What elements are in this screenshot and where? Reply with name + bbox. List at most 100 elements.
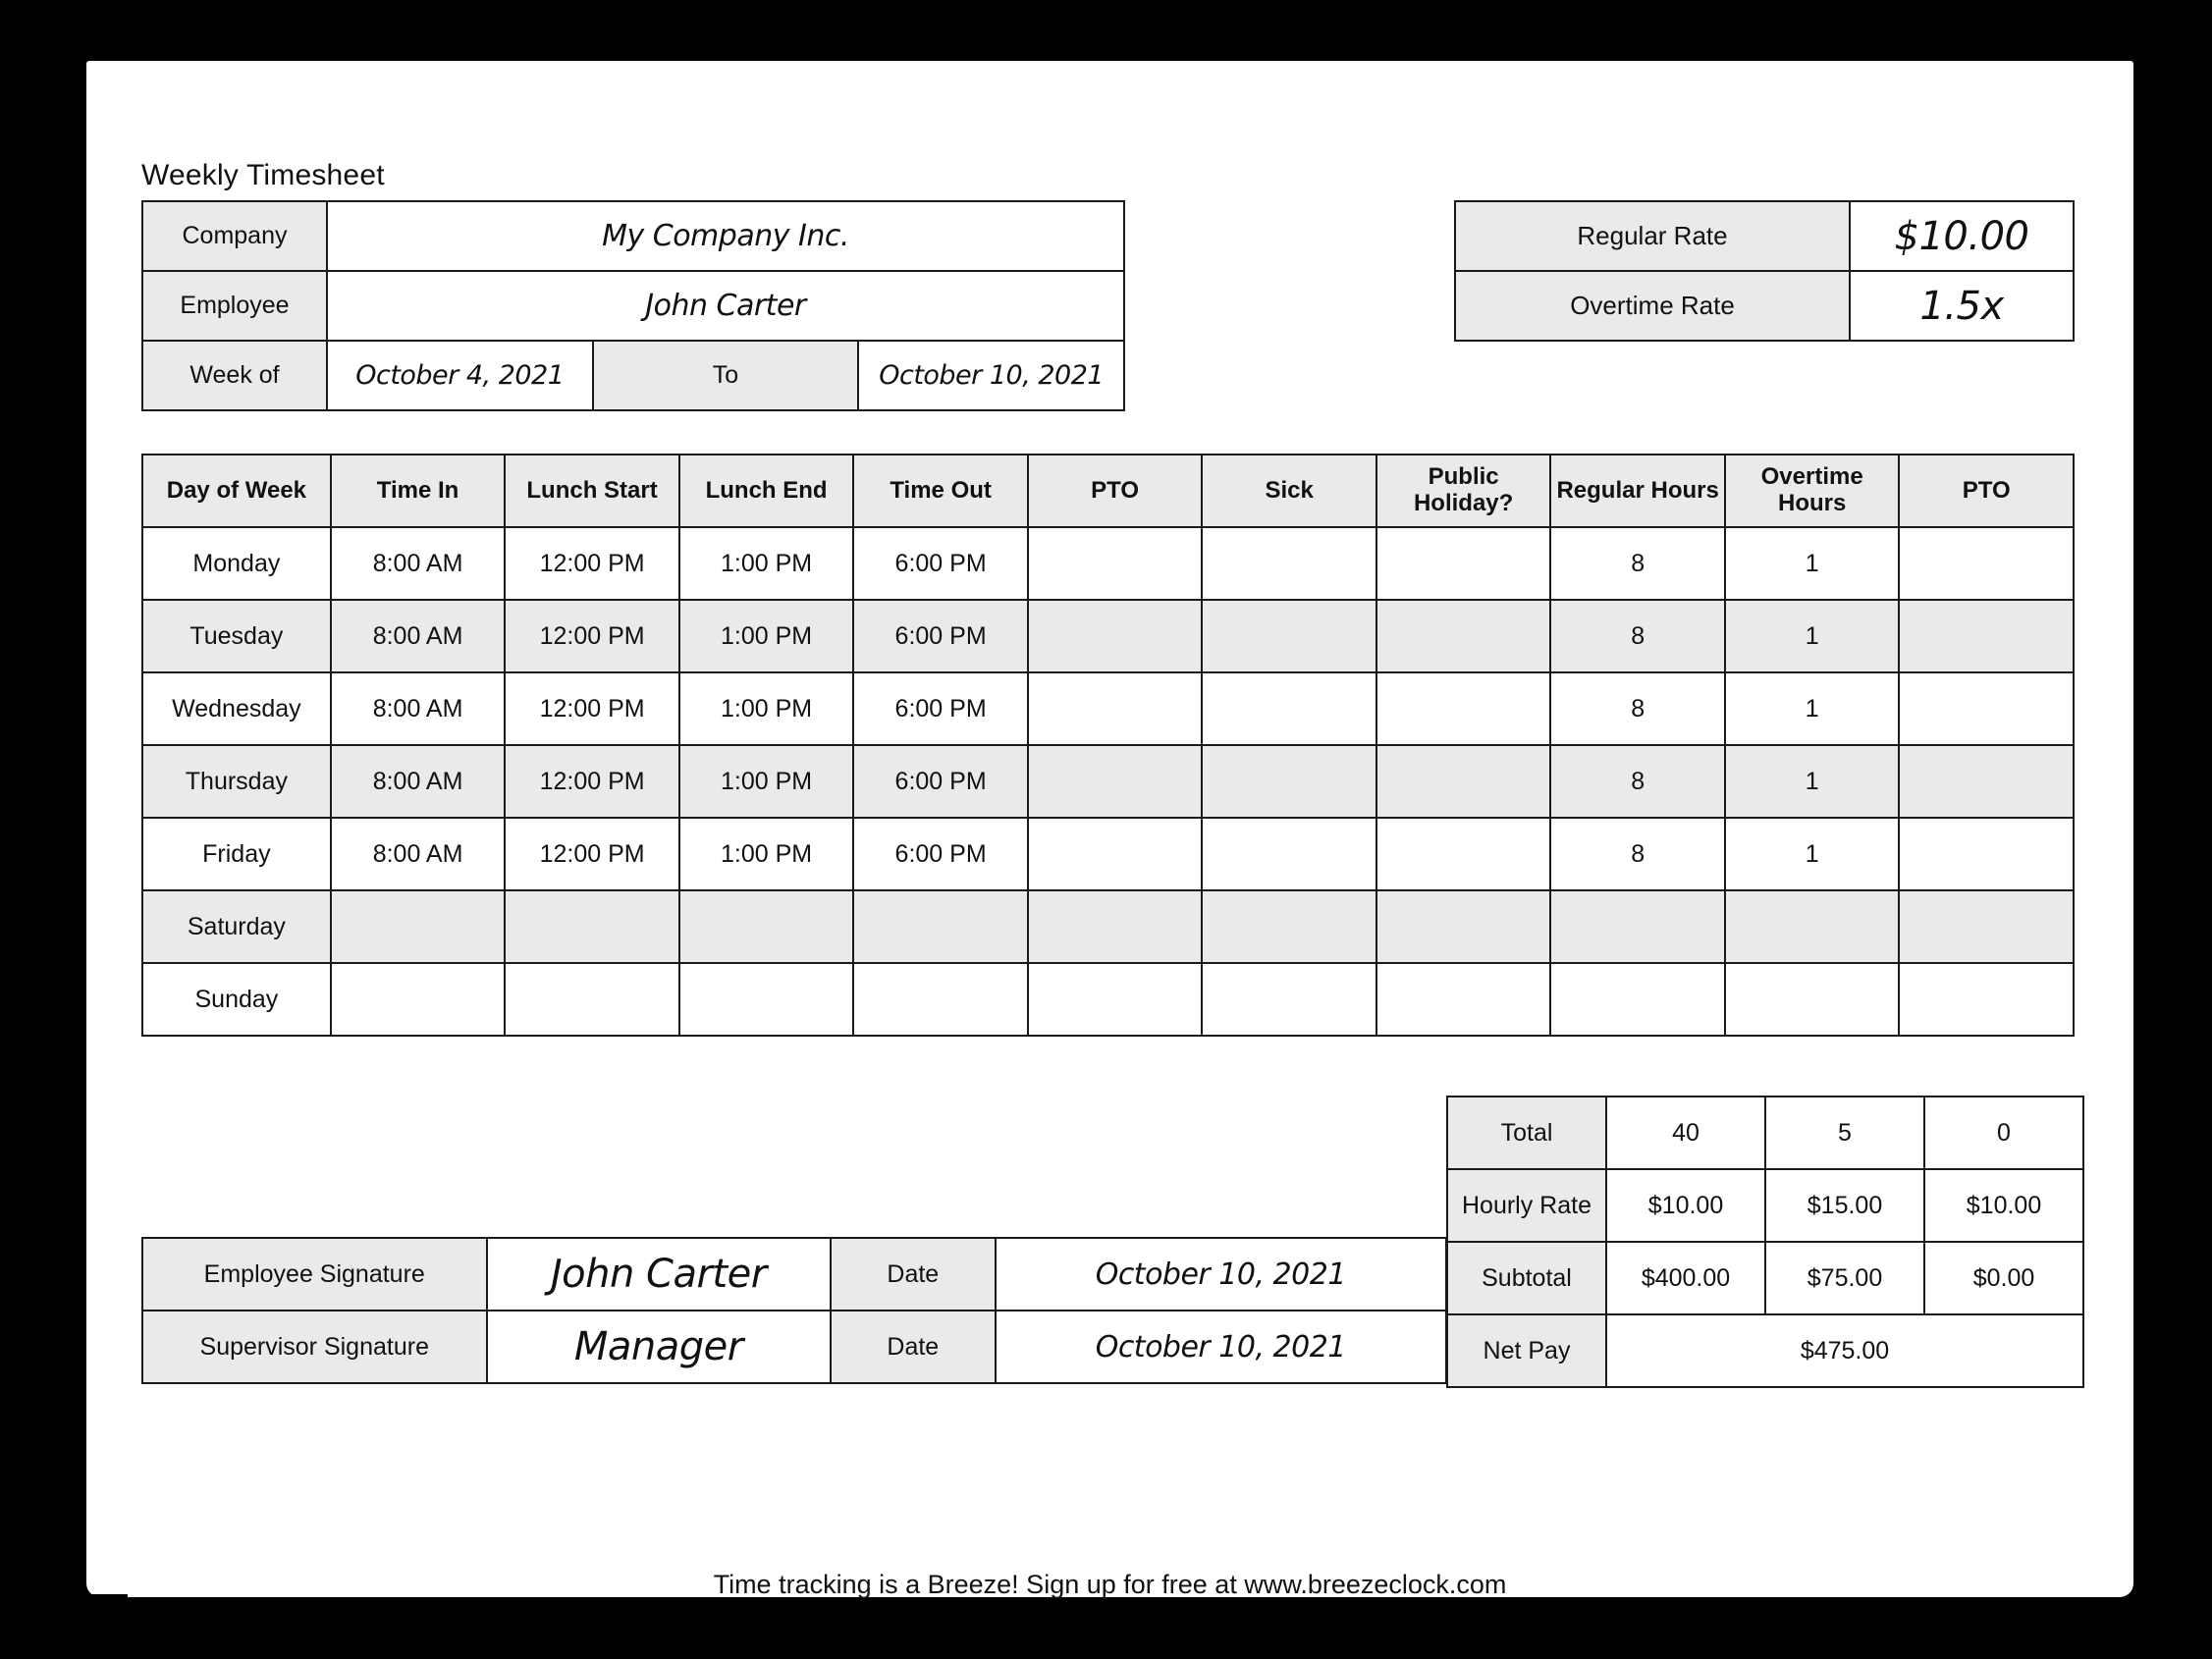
cell-time-out[interactable]: 6:00 PM	[852, 526, 1029, 601]
cell-public-holiday[interactable]	[1375, 889, 1552, 964]
cell-pto-hours[interactable]	[1898, 744, 2075, 819]
cell-overtime-hours[interactable]	[1723, 962, 1901, 1037]
cell-pto[interactable]	[1026, 962, 1204, 1037]
cell-lunch-end[interactable]: 1:00 PM	[677, 671, 855, 746]
cell-regular-hours[interactable]: 8	[1549, 817, 1726, 891]
cell-lunch-start[interactable]	[504, 962, 680, 1037]
cell-public-holiday[interactable]	[1375, 744, 1552, 819]
table-row: Tuesday 8:00 AM 12:00 PM 1:00 PM 6:00 PM…	[141, 599, 2075, 673]
cell-pto-hours[interactable]	[1898, 817, 2075, 891]
regular-rate-value[interactable]: $10.00	[1849, 200, 2075, 272]
cell-time-out[interactable]	[852, 962, 1029, 1037]
cell-time-in[interactable]: 8:00 AM	[329, 671, 507, 746]
table-row: Supervisor Signature Manager Date Octobe…	[141, 1310, 1448, 1384]
cell-time-out[interactable]: 6:00 PM	[852, 817, 1029, 891]
cell-public-holiday[interactable]	[1375, 526, 1552, 601]
cell-lunch-end[interactable]: 1:00 PM	[677, 817, 855, 891]
employee-value[interactable]: John Carter	[326, 270, 1125, 342]
cell-overtime-hours[interactable]: 1	[1723, 599, 1901, 673]
cell-lunch-start[interactable]: 12:00 PM	[504, 744, 680, 819]
cell-pto[interactable]	[1026, 671, 1204, 746]
cell-time-in[interactable]: 8:00 AM	[329, 817, 507, 891]
cell-lunch-start[interactable]: 12:00 PM	[504, 599, 680, 673]
cell-pto-hours[interactable]	[1898, 962, 2075, 1037]
cell-pto-hours[interactable]	[1898, 889, 2075, 964]
cell-pto[interactable]	[1026, 889, 1204, 964]
cell-regular-hours[interactable]	[1549, 889, 1726, 964]
column-header-pto: PTO	[1026, 454, 1204, 528]
cell-overtime-hours[interactable]: 1	[1723, 817, 1901, 891]
cell-sick[interactable]	[1201, 817, 1377, 891]
cell-lunch-end[interactable]	[677, 889, 855, 964]
table-row: Net Pay $475.00	[1446, 1313, 2084, 1388]
table-row: Friday 8:00 AM 12:00 PM 1:00 PM 6:00 PM …	[141, 817, 2075, 891]
cell-sick[interactable]	[1201, 526, 1377, 601]
cell-overtime-hours[interactable]	[1723, 889, 1901, 964]
overtime-rate-label: Overtime Rate	[1454, 270, 1851, 342]
overtime-rate-value[interactable]: 1.5x	[1849, 270, 2075, 342]
cell-regular-hours[interactable]: 8	[1549, 526, 1726, 601]
signature-table: Employee Signature John Carter Date Octo…	[141, 1237, 1448, 1384]
employee-label: Employee	[141, 270, 328, 342]
cell-time-in[interactable]: 8:00 AM	[329, 526, 507, 601]
employee-date-label: Date	[830, 1237, 997, 1311]
cell-lunch-start[interactable]: 12:00 PM	[504, 526, 680, 601]
subtotal-regular: $400.00	[1605, 1241, 1766, 1315]
cell-public-holiday[interactable]	[1375, 599, 1552, 673]
cell-overtime-hours[interactable]: 1	[1723, 744, 1901, 819]
week-start-value[interactable]: October 4, 2021	[326, 340, 594, 411]
cell-pto[interactable]	[1026, 744, 1204, 819]
table-row: Total 40 5 0	[1446, 1096, 2084, 1170]
company-value[interactable]: My Company Inc.	[326, 200, 1125, 272]
cell-time-out[interactable]: 6:00 PM	[852, 744, 1029, 819]
cell-time-out[interactable]: 6:00 PM	[852, 599, 1029, 673]
column-header-sick: Sick	[1201, 454, 1377, 528]
cell-pto[interactable]	[1026, 599, 1204, 673]
cell-sick[interactable]	[1201, 744, 1377, 819]
cell-time-in[interactable]: 8:00 AM	[329, 599, 507, 673]
cell-pto-hours[interactable]	[1898, 526, 2075, 601]
cell-sick[interactable]	[1201, 599, 1377, 673]
cell-day: Saturday	[141, 889, 332, 964]
column-header-time-out: Time Out	[852, 454, 1029, 528]
cell-lunch-start[interactable]: 12:00 PM	[504, 671, 680, 746]
total-label: Total	[1446, 1096, 1607, 1170]
cell-overtime-hours[interactable]: 1	[1723, 526, 1901, 601]
cell-pto[interactable]	[1026, 817, 1204, 891]
employee-signature-value[interactable]: John Carter	[485, 1237, 832, 1311]
cell-time-out[interactable]: 6:00 PM	[852, 671, 1029, 746]
cell-overtime-hours[interactable]: 1	[1723, 671, 1901, 746]
cell-time-out[interactable]	[852, 889, 1029, 964]
cell-time-in[interactable]	[329, 962, 507, 1037]
cell-time-in[interactable]	[329, 889, 507, 964]
cell-sick[interactable]	[1201, 889, 1377, 964]
cell-pto-hours[interactable]	[1898, 599, 2075, 673]
cell-sick[interactable]	[1201, 962, 1377, 1037]
cell-pto-hours[interactable]	[1898, 671, 2075, 746]
supervisor-signature-value[interactable]: Manager	[485, 1310, 832, 1384]
cell-lunch-end[interactable]: 1:00 PM	[677, 599, 855, 673]
subtotal-overtime: $75.00	[1764, 1241, 1925, 1315]
cell-public-holiday[interactable]	[1375, 817, 1552, 891]
total-regular-hours: 40	[1605, 1096, 1766, 1170]
cell-lunch-end[interactable]: 1:00 PM	[677, 744, 855, 819]
cell-regular-hours[interactable]: 8	[1549, 599, 1726, 673]
cell-public-holiday[interactable]	[1375, 671, 1552, 746]
cell-lunch-end[interactable]	[677, 962, 855, 1037]
cell-time-in[interactable]: 8:00 AM	[329, 744, 507, 819]
employee-date-value[interactable]: October 10, 2021	[994, 1237, 1448, 1311]
cell-regular-hours[interactable]: 8	[1549, 671, 1726, 746]
cell-lunch-start[interactable]: 12:00 PM	[504, 817, 680, 891]
cell-regular-hours[interactable]: 8	[1549, 744, 1726, 819]
week-end-value[interactable]: October 10, 2021	[857, 340, 1125, 411]
week-of-label: Week of	[141, 340, 328, 411]
cell-sick[interactable]	[1201, 671, 1377, 746]
cell-lunch-end[interactable]: 1:00 PM	[677, 526, 855, 601]
page-title: Weekly Timesheet	[141, 159, 385, 191]
cell-regular-hours[interactable]	[1549, 962, 1726, 1037]
cell-public-holiday[interactable]	[1375, 962, 1552, 1037]
hourly-rate-overtime: $15.00	[1764, 1168, 1925, 1243]
cell-pto[interactable]	[1026, 526, 1204, 601]
cell-lunch-start[interactable]	[504, 889, 680, 964]
supervisor-date-value[interactable]: October 10, 2021	[994, 1310, 1448, 1384]
